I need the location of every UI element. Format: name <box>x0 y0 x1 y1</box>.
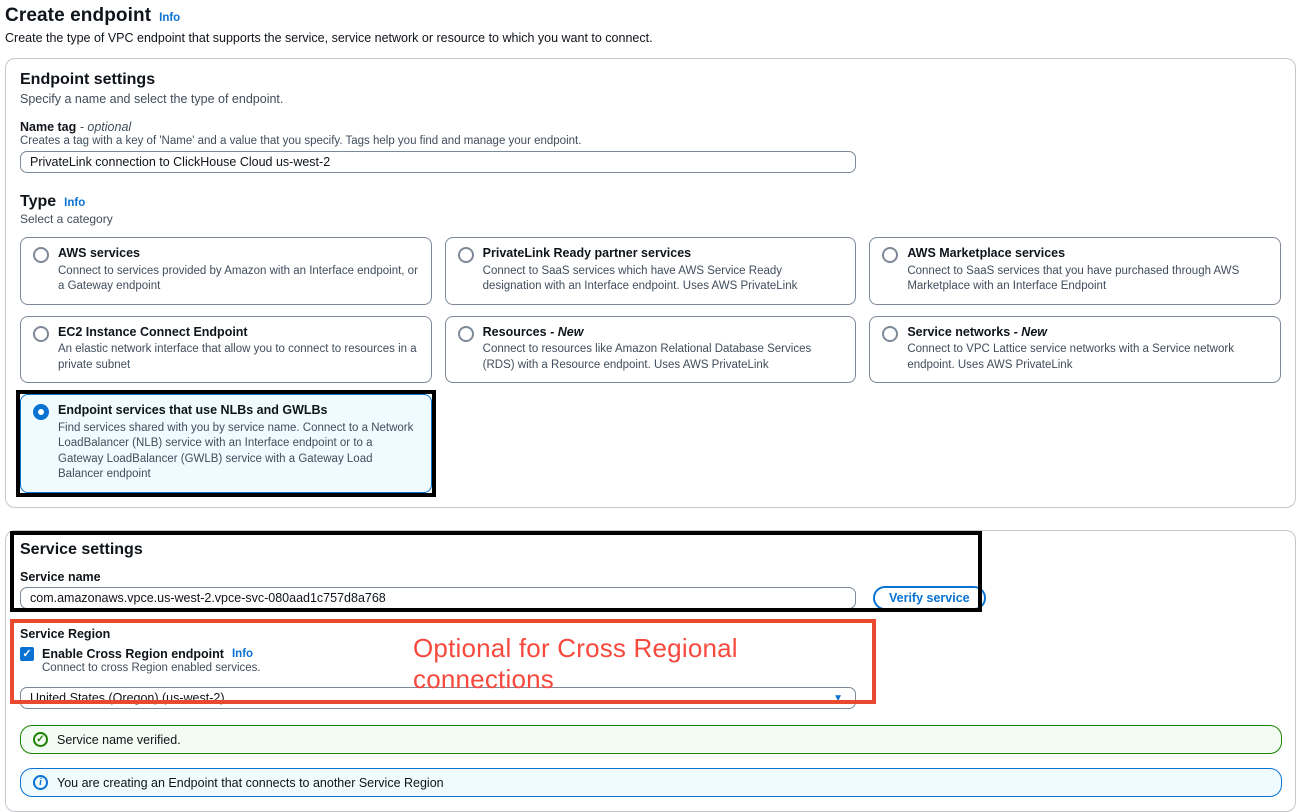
option-description: Connect to services provided by Amazon w… <box>58 264 419 295</box>
type-option-service-networks[interactable]: Service networks - New Connect to VPC La… <box>869 316 1281 384</box>
create-endpoint-page: Create endpoint Info Create the type of … <box>0 0 1304 812</box>
service-settings-card: Optional for Cross Regional connections … <box>5 530 1296 812</box>
chevron-down-icon: ▼ <box>833 693 843 704</box>
page-description: Create the type of VPC endpoint that sup… <box>5 31 1296 45</box>
option-label: AWS Marketplace services <box>907 246 1065 260</box>
endpoint-settings-heading: Endpoint settings <box>20 71 1281 89</box>
name-tag-help: Creates a tag with a key of 'Name' and a… <box>20 135 1281 147</box>
type-option-endpoint-services-nlb-gwlb[interactable]: Endpoint services that use NLBs and GWLB… <box>20 394 432 493</box>
option-label: PrivateLink Ready partner services <box>483 246 691 260</box>
type-option-privatelink-partner-services[interactable]: PrivateLink Ready partner services Conne… <box>445 237 857 305</box>
option-new-badge: - New <box>1014 325 1047 339</box>
success-alert: ✓ Service name verified. <box>20 725 1282 754</box>
radio-icon[interactable] <box>33 247 49 263</box>
success-check-icon: ✓ <box>33 732 48 747</box>
option-description: An elastic network interface that allow … <box>58 342 419 373</box>
cross-region-info-link[interactable]: Info <box>232 648 253 660</box>
radio-icon[interactable] <box>882 326 898 342</box>
type-info-link[interactable]: Info <box>64 197 85 209</box>
radio-icon[interactable] <box>33 326 49 342</box>
type-options-grid: AWS services Connect to services provide… <box>20 237 1281 493</box>
option-description: Find services shared with you by service… <box>58 421 419 483</box>
info-circle-icon: i <box>33 775 48 790</box>
service-region-label: Service Region <box>20 627 1281 641</box>
option-label: EC2 Instance Connect Endpoint <box>58 325 248 339</box>
name-tag-optional-suffix: - optional <box>80 120 131 134</box>
success-alert-text: Service name verified. <box>57 733 181 747</box>
verify-service-button[interactable]: Verify service <box>873 586 986 610</box>
cross-region-checkbox[interactable]: ✓ <box>20 647 34 661</box>
type-option-ec2-instance-connect[interactable]: EC2 Instance Connect Endpoint An elastic… <box>20 316 432 384</box>
type-description: Select a category <box>20 212 1281 226</box>
cross-region-checkbox-label: Enable Cross Region endpoint <box>42 647 224 661</box>
option-description: Connect to SaaS services that you have p… <box>907 264 1268 295</box>
endpoint-settings-description: Specify a name and select the type of en… <box>20 92 1281 106</box>
radio-icon[interactable] <box>458 326 474 342</box>
cross-region-help: Connect to cross Region enabled services… <box>42 662 1281 674</box>
region-select[interactable]: United States (Oregon) (us-west-2) ▼ <box>20 687 856 709</box>
option-new-badge: - New <box>550 325 583 339</box>
type-option-aws-marketplace-services[interactable]: AWS Marketplace services Connect to SaaS… <box>869 237 1281 305</box>
type-option-resources[interactable]: Resources - New Connect to resources lik… <box>445 316 857 384</box>
endpoint-settings-card: Endpoint settings Specify a name and sel… <box>5 58 1296 508</box>
service-settings-heading: Service settings <box>20 541 1281 559</box>
service-name-label: Service name <box>20 570 1281 584</box>
name-tag-label: Name tag - optional <box>20 120 1281 134</box>
page-header: Create endpoint Info Create the type of … <box>5 5 1296 45</box>
option-label: Endpoint services that use NLBs and GWLB… <box>58 403 328 417</box>
annotation-rect-black-selected-option: Endpoint services that use NLBs and GWLB… <box>16 390 436 497</box>
option-description: Connect to resources like Amazon Relatio… <box>483 342 844 373</box>
page-title-info-link[interactable]: Info <box>159 12 180 24</box>
page-title: Create endpoint <box>5 5 151 27</box>
info-alert-text: You are creating an Endpoint that connec… <box>57 776 444 790</box>
option-description: Connect to VPC Lattice service networks … <box>907 342 1268 373</box>
option-label: Resources <box>483 325 547 339</box>
region-select-value: United States (Oregon) (us-west-2) <box>30 691 225 705</box>
radio-icon-selected[interactable] <box>33 404 49 420</box>
info-alert: i You are creating an Endpoint that conn… <box>20 768 1282 797</box>
service-name-input[interactable]: com.amazonaws.vpce.us-west-2.vpce-svc-08… <box>20 587 856 609</box>
type-option-aws-services[interactable]: AWS services Connect to services provide… <box>20 237 432 305</box>
type-heading: Type <box>20 193 56 211</box>
radio-icon[interactable] <box>882 247 898 263</box>
option-description: Connect to SaaS services which have AWS … <box>483 264 844 295</box>
option-label: AWS services <box>58 246 140 260</box>
option-label: Service networks <box>907 325 1010 339</box>
radio-icon[interactable] <box>458 247 474 263</box>
name-tag-input[interactable]: PrivateLink connection to ClickHouse Clo… <box>20 151 856 173</box>
